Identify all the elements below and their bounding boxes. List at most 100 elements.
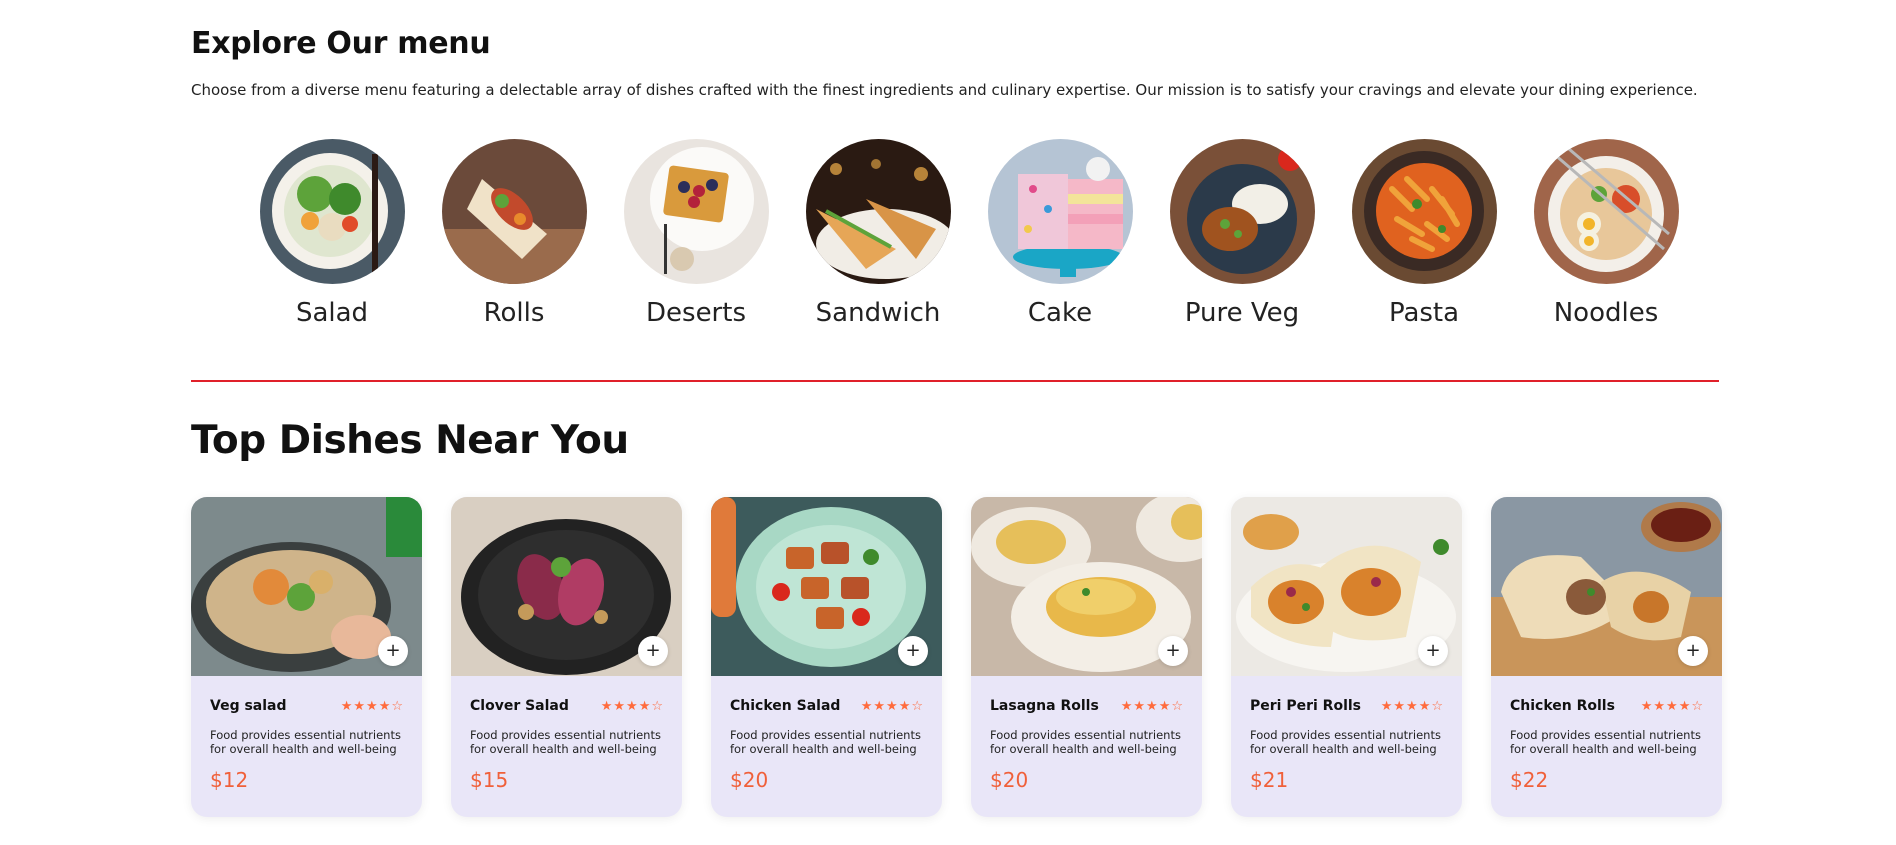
sandwich-image <box>805 139 951 284</box>
menu-item-label: Noodles <box>1553 298 1659 328</box>
explore-menu-title: Explore Our menu <box>191 26 491 61</box>
menu-item-label: Sandwich <box>815 298 941 328</box>
salad-image <box>259 139 405 284</box>
food-price: $21 <box>1250 768 1289 792</box>
explore-menu-description: Choose from a diverse menu featuring a d… <box>191 81 1698 99</box>
food-name: Lasagna Rolls <box>990 698 1099 714</box>
menu-item-label: Cake <box>1027 298 1093 328</box>
add-to-cart-button[interactable]: + <box>1158 636 1188 666</box>
menu-item-deserts[interactable]: Deserts <box>605 139 787 328</box>
food-price: $20 <box>730 768 769 792</box>
menu-item-label: Deserts <box>646 298 746 328</box>
star-empty-icon: ☆ <box>1431 698 1443 714</box>
food-card-veg-salad[interactable]: + Veg salad ★ ★ ★ ★ ☆ Food provides essentia… <box>191 497 422 817</box>
star-filled-icon: ★ <box>600 698 613 714</box>
pasta-image <box>1351 139 1497 284</box>
food-image: + <box>1231 497 1462 676</box>
food-name: Peri Peri Rolls <box>1250 698 1361 714</box>
star-filled-icon: ★ <box>613 698 626 714</box>
menu-item-pasta[interactable]: Pasta <box>1333 139 1515 328</box>
food-description: Food provides essential nutrients for ov… <box>1250 728 1441 756</box>
menu-item-cake[interactable]: Cake <box>969 139 1151 328</box>
star-filled-icon: ★ <box>1133 698 1146 714</box>
star-filled-icon: ★ <box>1380 698 1393 714</box>
star-filled-icon: ★ <box>353 698 366 714</box>
food-image: + <box>1491 497 1722 676</box>
star-filled-icon: ★ <box>1393 698 1406 714</box>
star-empty-icon: ☆ <box>651 698 663 714</box>
rating-stars: ★ ★ ★ ★ ☆ <box>1641 700 1703 713</box>
star-filled-icon: ★ <box>1158 698 1171 714</box>
star-filled-icon: ★ <box>1640 698 1653 714</box>
star-filled-icon: ★ <box>1406 698 1418 714</box>
menu-item-noodles[interactable]: Noodles <box>1515 139 1697 328</box>
deserts-image <box>623 139 769 284</box>
add-to-cart-button[interactable]: + <box>1678 636 1708 666</box>
star-filled-icon: ★ <box>1653 698 1666 714</box>
star-filled-icon: ★ <box>898 698 911 714</box>
food-card-chicken-salad[interactable]: + Chicken Salad ★ ★ ★ ★ ☆ Food provides esse… <box>711 497 942 817</box>
top-dishes-title: Top Dishes Near You <box>191 418 629 463</box>
food-image: + <box>191 497 422 676</box>
food-description: Food provides essential nutrients for ov… <box>210 728 401 756</box>
star-filled-icon: ★ <box>638 698 651 714</box>
rating-stars: ★ ★ ★ ★ ☆ <box>341 700 403 713</box>
menu-item-salad[interactable]: Salad <box>241 139 423 328</box>
menu-item-label: Salad <box>295 298 369 328</box>
star-filled-icon: ★ <box>366 698 378 714</box>
food-card-peri-peri-rolls[interactable]: + Peri Peri Rolls ★ ★ ★ ★ ☆ Food provides es… <box>1231 497 1462 817</box>
star-filled-icon: ★ <box>886 698 898 714</box>
add-to-cart-button[interactable]: + <box>1418 636 1448 666</box>
food-image: + <box>711 497 942 676</box>
star-empty-icon: ☆ <box>1171 698 1183 714</box>
food-name: Veg salad <box>210 698 287 714</box>
food-card-chicken-rolls[interactable]: + Chicken Rolls ★ ★ ★ ★ ☆ Food provides esse… <box>1491 497 1722 817</box>
star-filled-icon: ★ <box>1666 698 1678 714</box>
star-empty-icon: ☆ <box>391 698 403 714</box>
star-filled-icon: ★ <box>1678 698 1691 714</box>
pure-veg-image <box>1169 139 1315 284</box>
menu-item-pure-veg[interactable]: Pure Veg <box>1151 139 1333 328</box>
rating-stars: ★ ★ ★ ★ ☆ <box>861 700 923 713</box>
star-filled-icon: ★ <box>626 698 638 714</box>
top-dishes-list: + Veg salad ★ ★ ★ ★ ☆ Food provides essentia… <box>191 497 1722 817</box>
food-price: $20 <box>990 768 1029 792</box>
cake-image <box>987 139 1133 284</box>
add-to-cart-button[interactable]: + <box>638 636 668 666</box>
star-filled-icon: ★ <box>860 698 873 714</box>
food-description: Food provides essential nutrients for ov… <box>470 728 661 756</box>
menu-item-label: Rolls <box>483 298 545 328</box>
star-filled-icon: ★ <box>1120 698 1133 714</box>
food-price: $22 <box>1510 768 1549 792</box>
noodles-image <box>1533 139 1679 284</box>
star-filled-icon: ★ <box>873 698 886 714</box>
menu-item-rolls[interactable]: Rolls <box>423 139 605 328</box>
star-filled-icon: ★ <box>340 698 353 714</box>
food-image: + <box>971 497 1202 676</box>
section-divider <box>191 380 1719 382</box>
food-card-clover-salad[interactable]: + Clover Salad ★ ★ ★ ★ ☆ Food provides essen… <box>451 497 682 817</box>
rolls-image <box>441 139 587 284</box>
add-to-cart-button[interactable]: + <box>898 636 928 666</box>
food-price: $12 <box>210 768 249 792</box>
rating-stars: ★ ★ ★ ★ ☆ <box>1121 700 1183 713</box>
food-price: $15 <box>470 768 509 792</box>
menu-item-sandwich[interactable]: Sandwich <box>787 139 969 328</box>
menu-item-label: Pasta <box>1388 298 1460 328</box>
food-image: + <box>451 497 682 676</box>
star-empty-icon: ☆ <box>911 698 923 714</box>
rating-stars: ★ ★ ★ ★ ☆ <box>1381 700 1443 713</box>
food-card-lasagna-rolls[interactable]: + Lasagna Rolls ★ ★ ★ ★ ☆ Food provides esse… <box>971 497 1202 817</box>
food-name: Chicken Rolls <box>1510 698 1615 714</box>
menu-category-list: Salad Rolls Deserts Sandwich Cake Pure V… <box>241 139 1697 328</box>
add-to-cart-button[interactable]: + <box>378 636 408 666</box>
food-description: Food provides essential nutrients for ov… <box>730 728 921 756</box>
food-description: Food provides essential nutrients for ov… <box>990 728 1181 756</box>
menu-item-label: Pure Veg <box>1184 298 1300 328</box>
food-name: Chicken Salad <box>730 698 841 714</box>
star-filled-icon: ★ <box>1146 698 1158 714</box>
star-filled-icon: ★ <box>1418 698 1431 714</box>
food-description: Food provides essential nutrients for ov… <box>1510 728 1701 756</box>
star-empty-icon: ☆ <box>1691 698 1703 714</box>
star-filled-icon: ★ <box>378 698 391 714</box>
